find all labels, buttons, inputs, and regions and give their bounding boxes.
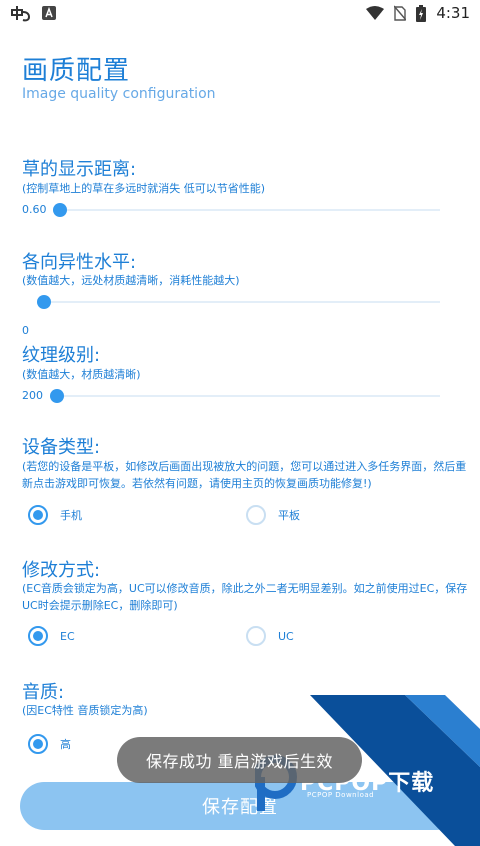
battery-charging-icon (416, 4, 427, 22)
radio-unchecked-icon (246, 505, 266, 525)
texture-level-slider-thumb[interactable] (50, 389, 64, 403)
grass-distance-title: 草的显示距离: (22, 159, 137, 180)
watermark-subtext: PCPOP Download (307, 791, 375, 799)
status-bar: 4:31 (0, 0, 480, 26)
page-subtitle: Image quality configuration (22, 86, 216, 102)
texture-level-slider[interactable] (50, 389, 440, 403)
grass-distance-slider[interactable] (53, 203, 440, 217)
anisotropic-desc: (数值越大，远处材质越清晰，消耗性能越大) (22, 274, 240, 287)
grass-distance-slider-thumb[interactable] (53, 203, 67, 217)
texture-level-desc: (数值越大，材质越清晰) (22, 368, 141, 381)
anisotropic-slider-thumb[interactable] (37, 295, 51, 309)
sound-high-label: 高 (60, 738, 71, 751)
mode-ec-radio[interactable]: EC (28, 626, 75, 646)
toast-message: 保存成功 重启游戏后生效 (117, 737, 362, 783)
wifi-icon (366, 6, 385, 20)
mode-uc-label: UC (278, 629, 294, 643)
app-logo-icon (10, 4, 32, 22)
device-tablet-label: 平板 (278, 509, 300, 522)
anisotropic-value: 0 (22, 324, 29, 337)
device-type-desc: (若您的设备是平板，如修改后画面出现被放大的问题，您可以通过进入多任务界面，然后… (22, 460, 467, 490)
texture-level-title: 纹理级别: (22, 345, 101, 366)
grass-distance-desc: (控制草地上的草在多远时就消失 低可以节省性能) (22, 182, 266, 195)
mode-ec-label: EC (60, 629, 75, 643)
texture-level-value: 200 (22, 389, 43, 402)
grass-distance-value: 0.60 (22, 203, 47, 216)
radio-checked-icon (28, 505, 48, 525)
sound-quality-title: 音质: (22, 682, 65, 703)
radio-checked-icon (28, 734, 48, 754)
device-type-title: 设备类型: (22, 437, 101, 458)
radio-unchecked-icon (246, 626, 266, 646)
mode-uc-radio[interactable]: UC (246, 626, 294, 646)
device-phone-radio[interactable]: 手机 (28, 505, 82, 525)
no-sim-icon (394, 5, 407, 21)
page-title: 画质配置 (22, 56, 131, 86)
radio-checked-icon (28, 626, 48, 646)
device-phone-label: 手机 (60, 509, 82, 522)
clock: 4:31 (436, 4, 470, 22)
a-notification-icon (42, 6, 56, 20)
modify-mode-title: 修改方式: (22, 560, 101, 581)
sound-high-radio[interactable]: 高 (28, 734, 71, 754)
device-tablet-radio[interactable]: 平板 (246, 505, 300, 525)
anisotropic-title: 各向异性水平: (22, 252, 137, 273)
modify-mode-desc: (EC音质会锁定为高，UC可以修改音质，除此之外二者无明显差别。如之前使用过EC… (22, 582, 468, 612)
anisotropic-slider[interactable] (37, 295, 440, 309)
